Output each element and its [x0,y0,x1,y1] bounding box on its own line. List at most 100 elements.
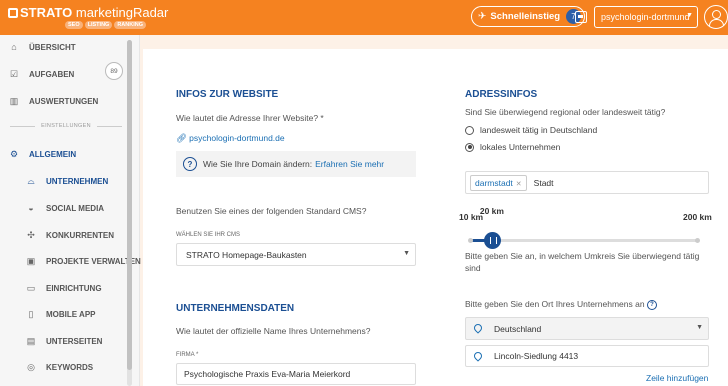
slider-start-dot [468,238,473,243]
city-input-placeholder: Stadt [533,177,554,188]
location-pin-icon [472,350,484,362]
chevron-down-icon: ▼ [686,12,693,19]
cms-question: Benutzen Sie eines der folgenden Standar… [176,206,367,216]
street-input-value: Lincoln-Siedlung 4413 [494,351,579,361]
home-icon: ⌂ [11,42,17,52]
street-input[interactable]: Lincoln-Siedlung 4413 [465,345,709,367]
sidebar-item-keywords[interactable]: ◎ KEYWORDS [25,355,93,379]
settings-divider: EINSTELLUNGEN [10,123,122,129]
location-pin-icon [472,322,484,334]
sidebar-item-label: MOBILE APP [46,309,96,319]
gear-icon: ⚙ [9,148,19,159]
radio-national[interactable]: landesweit tätig in Deutschland [465,125,597,135]
product-badges: SEO LISTING RANKING [65,21,146,29]
project-select-value: psychologin-dortmund [601,12,690,22]
chevron-down-icon: ▼ [696,324,703,331]
add-line-link[interactable]: Zeile hinzufügen [646,373,708,383]
sidebar-scrollbar-thumb[interactable] [127,40,132,370]
sidebar-item-auswertungen[interactable]: ▥ AUSWERTUNGEN [8,89,99,113]
sidebar-item-label: SOCIAL MEDIA [46,203,105,213]
top-bar: STRATO marketingRadar SEO LISTING RANKIN… [0,0,728,35]
firma-label: FIRMA * [176,352,199,358]
cms-select[interactable]: STRATO Homepage-Baukasten ▼ [176,243,416,266]
badge-listing: LISTING [84,21,113,29]
sidebar-item-konkurrenten[interactable]: ✣ KONKURRENTEN [25,223,114,247]
radio-unchecked-icon [465,125,474,135]
user-account-icon[interactable] [704,5,728,29]
question-circle-icon: ? [183,157,197,171]
settings-panel: INFOS ZUR WEBSITE Wie lautet die Adresse… [143,49,728,386]
settings-divider-label: EINSTELLUNGEN [41,123,91,129]
sidebar: ⌂ ÜBERSICHT ☑ AUFGABEN 89 ▥ AUSWERTUNGEN… [0,35,141,386]
domain-info-box: ? Wie Sie Ihre Domain ändern: Erfahren S… [176,151,416,177]
sidebar-item-label: UNTERSEITEN [46,336,103,346]
quickstart-label: Schnelleinstieg [490,11,561,22]
sidebar-item-allgemein[interactable]: ⚙ ALLGEMEIN [8,142,76,166]
cms-select-value: STRATO Homepage-Baukasten [186,249,307,260]
sidebar-item-projekte-verwalten[interactable]: ▣ PROJEKTE VERWALTEN [25,249,141,273]
help-icon[interactable]: ? [647,300,657,310]
location-question: Bitte geben Sie den Ort Ihres Unternehme… [465,299,645,309]
website-url: psychologin-dortmund.de [189,133,285,143]
range-value-label: 20 km [479,206,504,216]
sidebar-item-label: EINRICHTUNG [46,283,102,293]
sidebar-item-uebersicht[interactable]: ⌂ ÜBERSICHT [8,35,76,59]
chevron-down-icon: ▼ [403,250,410,257]
sidebar-item-unterseiten[interactable]: ▤ UNTERSEITEN [25,329,103,353]
sidebar-item-label: ALLGEMEIN [29,149,77,159]
radius-slider-handle[interactable] [483,232,501,249]
company-question: Wie lautet der offizielle Name Ihres Unt… [176,326,371,336]
range-max-label: 200 km [683,212,712,222]
sidebar-item-label: AUFGABEN [29,69,75,79]
cms-label: WÄHLEN SIE IHR CMS [176,232,241,238]
radio-local-label: lokales Unternehmen [480,142,561,152]
city-tag-label: darmstadt [475,177,513,188]
radio-local[interactable]: lokales Unternehmen [465,142,560,152]
folder-icon: ▣ [26,255,36,266]
badge-ranking: RANKING [114,21,146,29]
address-heading: ADRESSINFOS [465,89,538,100]
slider-end-dot [695,238,700,243]
company-heading: UNTERNEHMENSDATEN [176,303,295,314]
sidebar-item-label: AUSWERTUNGEN [29,96,99,106]
shop-icon: ⌓ [27,175,35,186]
radio-checked-icon [465,142,474,152]
region-question: Sind Sie überwiegend regional oder lande… [465,107,666,117]
phone-icon: ▯ [28,308,34,319]
app-logo[interactable]: STRATO marketingRadar [8,5,168,20]
sidebar-item-social-media[interactable]: ◒ SOCIAL MEDIA [25,196,104,220]
project-select[interactable]: psychologin-dortmund ▼ [594,6,698,28]
sidebar-item-label: UNTERNEHMEN [46,176,109,186]
badge-seo: SEO [65,21,83,29]
domain-info-text: Wie Sie Ihre Domain ändern: [203,159,313,169]
lightbulb-icon: ✣ [27,229,35,240]
sidebar-item-einrichtung[interactable]: ▭ EINRICHTUNG [25,276,102,300]
logo-product: marketingRadar [75,5,169,20]
website-question: Wie lautet die Adresse Ihrer Website? * [176,113,324,123]
radio-national-label: landesweit tätig in Deutschland [480,125,598,135]
city-tag[interactable]: darmstadt ✕ [470,174,527,191]
tag-icon: ◎ [27,361,35,372]
country-select[interactable]: Deutschland ▼ [465,317,709,340]
checkbox-icon: ☑ [9,68,19,79]
firma-input[interactable]: Psychologische Praxis Eva-Maria Meierkor… [176,363,416,385]
sidebar-item-label: ÜBERSICHT [29,42,76,52]
close-icon[interactable]: ✕ [516,181,522,188]
quickstart-button[interactable]: ✈ Schnelleinstieg 7 [471,6,585,27]
globe-icon: ◒ [28,203,34,213]
sidebar-item-label: KEYWORDS [46,362,94,372]
website-heading: INFOS ZUR WEBSITE [176,89,279,100]
website-url-link[interactable]: 🔗︎ psychologin-dortmund.de [176,133,285,144]
strato-logo-icon [8,8,18,18]
learn-more-link[interactable]: Erfahren Sie mehr [315,159,384,169]
sidebar-item-mobile-app[interactable]: ▯ MOBILE APP [25,302,96,326]
rocket-icon: ✈ [478,11,487,22]
sidebar-item-unternehmen[interactable]: ⌓ UNTERNEHMEN [25,169,108,193]
monitor-icon: ▭ [26,282,36,293]
logo-brand: STRATO [20,5,73,20]
radius-slider-track[interactable] [472,239,698,242]
city-tag-input[interactable]: darmstadt ✕ Stadt [465,171,709,194]
sidebar-item-aufgaben[interactable]: ☑ AUFGABEN [8,62,74,86]
calendar-icon[interactable] [575,11,587,23]
sidebar-item-label: KONKURRENTEN [46,230,114,240]
